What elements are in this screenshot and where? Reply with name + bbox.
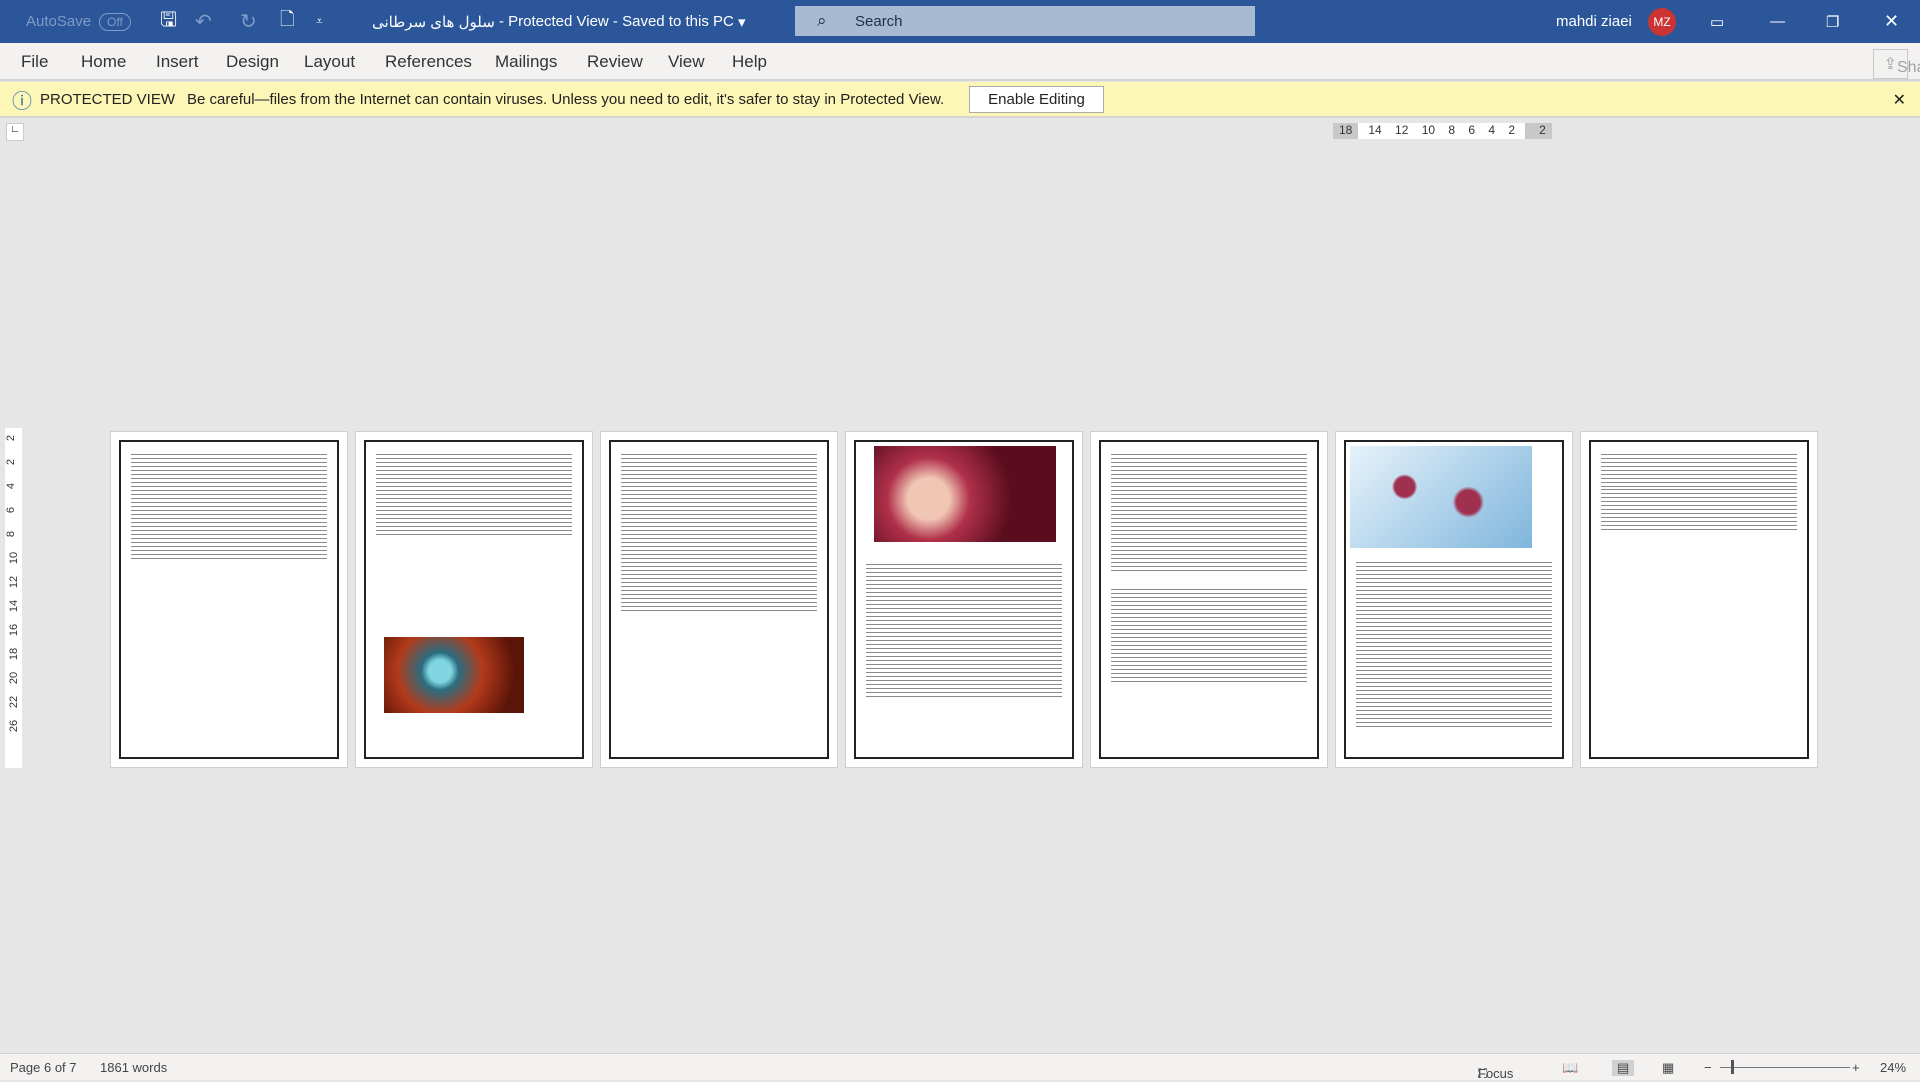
page-thumbnail[interactable] — [1090, 431, 1328, 768]
vruler-tick: 4 — [5, 482, 18, 490]
protected-view-message: Be careful—files from the Internet can c… — [187, 90, 945, 108]
web-layout-icon[interactable]: ▦ — [1662, 1060, 1674, 1076]
tab-design[interactable]: Design — [226, 52, 279, 72]
tab-layout[interactable]: Layout — [304, 52, 355, 72]
menu-bar: File Home Insert Design Layout Reference… — [0, 43, 1920, 81]
share-label: Share — [1897, 59, 1920, 76]
page-thumbnail[interactable] — [355, 431, 593, 768]
zoom-slider-thumb[interactable] — [1731, 1060, 1734, 1074]
tab-view[interactable]: View — [668, 52, 705, 72]
status-bar: Page 6 of 7 1861 words ⛶ Focus 📖 ▤ ▦ − +… — [0, 1053, 1920, 1081]
autosave-label: AutoSave — [26, 13, 92, 30]
close-icon[interactable]: ✕ — [1884, 0, 1899, 43]
share-button[interactable]: ⇪ Share — [1872, 49, 1920, 79]
minimize-icon[interactable]: — — [1770, 0, 1785, 43]
customize-toolbar-icon[interactable]: ⩡ — [316, 0, 323, 43]
vruler-tick: 2 — [5, 458, 18, 466]
zoom-in-icon[interactable]: + — [1852, 1060, 1860, 1075]
tab-help[interactable]: Help — [732, 52, 767, 72]
page-image[interactable] — [874, 446, 1056, 542]
tab-mailings[interactable]: Mailings — [495, 52, 557, 72]
protected-view-bar: ⓘ PROTECTED VIEW Be careful—files from t… — [0, 82, 1920, 118]
page-image[interactable] — [1350, 446, 1532, 548]
page-thumbnail[interactable] — [1580, 431, 1818, 768]
search-icon: ⌕ — [817, 11, 827, 30]
ruler-ticks: 14 12 10 8 6 4 2 — [1358, 123, 1526, 139]
text-block — [131, 452, 327, 562]
ribbon-display-icon[interactable]: ▭ — [1710, 0, 1724, 43]
restore-icon[interactable]: ❐ — [1826, 0, 1839, 43]
horizontal-ruler[interactable]: 18 14 12 10 8 6 4 2 2 — [1333, 123, 1552, 139]
vruler-tick: 26 — [8, 719, 21, 733]
ruler-margin-left: 18 — [1333, 123, 1359, 139]
tab-file[interactable]: File — [21, 52, 48, 72]
word-count[interactable]: 1861 words — [100, 1060, 167, 1075]
view-mode: Protected View — [508, 13, 609, 30]
title-bar: AutoSave Off 🖫 ↶ ↻ 🗋 ⩡ سلول های سرطانی - … — [0, 0, 1920, 43]
zoom-out-icon[interactable]: − — [1704, 1060, 1712, 1075]
autosave-toggle[interactable]: AutoSave Off — [26, 0, 131, 43]
text-block — [1601, 487, 1797, 532]
shield-info-icon: ⓘ — [12, 90, 32, 113]
print-layout-icon[interactable]: ▤ — [1612, 1060, 1635, 1076]
vruler-tick: 14 — [8, 599, 21, 613]
page-thumbnail[interactable] — [110, 431, 348, 768]
text-block — [1111, 452, 1307, 572]
doc-name: سلول های سرطانی — [372, 13, 495, 31]
avatar[interactable]: MZ — [1648, 7, 1676, 36]
search-placeholder: Search — [855, 12, 903, 30]
search-box[interactable]: ⌕ Search — [795, 6, 1255, 36]
tab-selector-icon[interactable]: ∟ — [6, 123, 24, 141]
vruler-tick: 20 — [8, 671, 21, 685]
close-icon[interactable]: ✕ — [1893, 90, 1906, 110]
tab-home[interactable]: Home — [81, 52, 126, 72]
read-mode-icon[interactable]: 📖 — [1562, 1060, 1578, 1076]
vruler-tick: 6 — [5, 506, 18, 514]
undo-icon[interactable]: ↶ — [195, 0, 212, 43]
page-thumbnail[interactable] — [1335, 431, 1573, 768]
vruler-tick: 18 — [8, 647, 21, 661]
zoom-level[interactable]: 24% — [1880, 1060, 1906, 1075]
enable-editing-button[interactable]: Enable Editing — [969, 85, 1104, 113]
text-block — [1356, 560, 1552, 730]
vruler-tick: 12 — [8, 575, 21, 589]
vertical-ruler[interactable]: 2 2 4 6 8 10 12 14 16 18 20 22 26 — [5, 428, 22, 768]
vruler-tick: 16 — [8, 623, 21, 637]
protected-view-label: PROTECTED VIEW — [40, 90, 176, 108]
vruler-tick: 8 — [5, 530, 18, 538]
tab-review[interactable]: Review — [587, 52, 643, 72]
redo-icon[interactable]: ↻ — [240, 0, 257, 43]
vruler-tick: 10 — [8, 551, 21, 565]
save-state: Saved to this PC — [622, 13, 734, 30]
page-thumbnail[interactable] — [600, 431, 838, 768]
page-image[interactable] — [384, 637, 524, 713]
ruler-margin-right: 2 — [1525, 123, 1552, 139]
page-thumbnail[interactable] — [845, 431, 1083, 768]
save-icon[interactable]: 🖫 — [160, 0, 177, 43]
text-block — [866, 562, 1062, 700]
zoom-slider[interactable] — [1720, 1067, 1850, 1068]
new-document-icon[interactable]: 🗋 — [280, 0, 294, 43]
text-block — [376, 452, 572, 537]
autosave-state: Off — [99, 12, 131, 31]
text-block — [1111, 587, 1307, 682]
document-title[interactable]: سلول های سرطانی - Protected View - Saved… — [372, 0, 746, 43]
user-name[interactable]: mahdi ziaei — [1556, 0, 1632, 43]
tab-insert[interactable]: Insert — [156, 52, 199, 72]
text-block — [621, 452, 817, 612]
page-count[interactable]: Page 6 of 7 — [10, 1060, 77, 1075]
vruler-tick: 22 — [8, 695, 21, 709]
focus-label: Focus — [1478, 1066, 1514, 1081]
tab-references[interactable]: References — [385, 52, 472, 72]
vruler-tick: 2 — [5, 434, 18, 442]
